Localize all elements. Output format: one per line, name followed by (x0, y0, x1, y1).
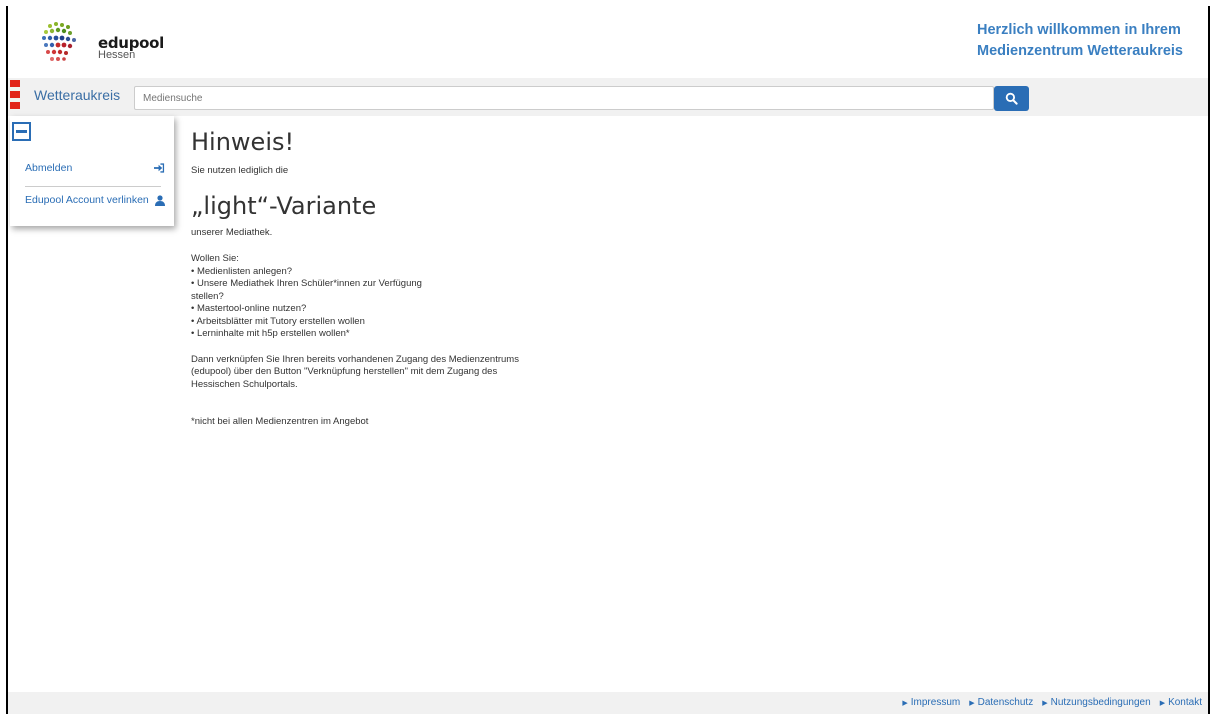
caret-right-icon: ▶ (1042, 699, 1048, 707)
welcome-message: Herzlich willkommen in Ihrem Medienzentr… (977, 20, 1183, 62)
link-account-link[interactable]: Edupool Account verlinken (25, 194, 165, 206)
list-item: stellen? (191, 290, 224, 302)
paragraph-line: (edupool) über den Button "Verknüpfung h… (191, 366, 498, 377)
logout-label: Abmelden (25, 162, 73, 174)
question-text: Wollen Sie: (191, 253, 239, 264)
caret-right-icon: ▶ (902, 699, 908, 707)
list-item: • Lerninhalte mit h5p erstellen wollen* (191, 328, 350, 339)
footer-link-kontakt[interactable]: ▶ Kontakt (1160, 697, 1202, 708)
account-panel: Abmelden Edupool Account verlinken (10, 116, 174, 226)
list-item: • Arbeitsblätter mit Tutory erstellen wo… (191, 315, 365, 327)
site-header: edupool Hessen Herzlich willkommen in Ih… (8, 6, 1208, 78)
list-item: • Mastertool-online nutzen? (191, 303, 307, 314)
paragraph-line: Dann verknüpfen Sie Ihren bereits vorhan… (191, 353, 519, 365)
notice-content: Hinweis! Sie nutzen lediglich die „light… (191, 128, 791, 429)
search-icon (1005, 92, 1018, 105)
footer-link-datenschutz[interactable]: ▶ Datenschutz (969, 697, 1033, 708)
page-frame: edupool Hessen Herzlich willkommen in Ih… (6, 6, 1210, 714)
after-variant-text: unserer Mediathek. (191, 226, 273, 238)
welcome-line-1: Herzlich willkommen in Ihrem (976, 22, 1181, 38)
footer-link-label: Impressum (910, 697, 961, 708)
logout-link[interactable]: Abmelden (25, 162, 165, 174)
footer-links: ▶ Impressum ▶ Datenschutz ▶ Nutzungsbedingu… (902, 697, 1202, 708)
sign-in-icon (154, 163, 165, 173)
user-icon (155, 194, 165, 206)
search-button[interactable] (994, 86, 1029, 111)
minus-icon (16, 130, 27, 133)
welcome-line-2: Medienzentrum Wetteraukreis (976, 43, 1183, 59)
list-item: • Medienlisten anlegen? (191, 265, 293, 277)
region-label[interactable]: Wetteraukreis (34, 87, 120, 103)
site-footer: ▶ Impressum ▶ Datenschutz ▶ Nutzungsbedingu… (8, 692, 1208, 714)
search-bar: Wetteraukreis (8, 78, 1208, 116)
intro-text: Sie nutzen lediglich die (191, 165, 289, 176)
instruction-paragraph: Dann verknüpfen Sie Ihren bereits vorhan… (191, 354, 791, 392)
edupool-logo[interactable]: edupool Hessen (34, 16, 164, 72)
page-title: Hinweis! (191, 128, 295, 156)
caret-right-icon: ▶ (1159, 699, 1166, 707)
footer-link-nutzungsbedingungen[interactable]: ▶ Nutzungsbedingungen (1042, 697, 1150, 708)
collapse-button[interactable] (12, 122, 31, 141)
variant-heading: „light“-Variante (191, 191, 377, 220)
feature-list: • Medienlisten anlegen? • Unsere Mediath… (191, 266, 791, 341)
paragraph-line: Hessischen Schulportals. (191, 378, 298, 390)
hessen-flag-icon (10, 80, 20, 113)
panel-divider (25, 186, 161, 187)
search-input[interactable] (134, 86, 994, 110)
footer-link-label: Nutzungsbedingungen (1050, 697, 1151, 708)
caret-right-icon: ▶ (969, 699, 975, 707)
footer-link-label: Kontakt (1168, 697, 1202, 708)
logo-subtitle: Hessen (98, 49, 136, 61)
footer-link-label: Datenschutz (977, 697, 1034, 708)
list-item: • Unsere Mediathek Ihren Schüler*innen z… (191, 278, 422, 289)
link-account-label: Edupool Account verlinken (25, 194, 149, 206)
footnote: *nicht bei allen Medienzentren im Angebo… (191, 416, 369, 427)
footer-link-impressum[interactable]: ▶ Impressum (902, 697, 960, 708)
